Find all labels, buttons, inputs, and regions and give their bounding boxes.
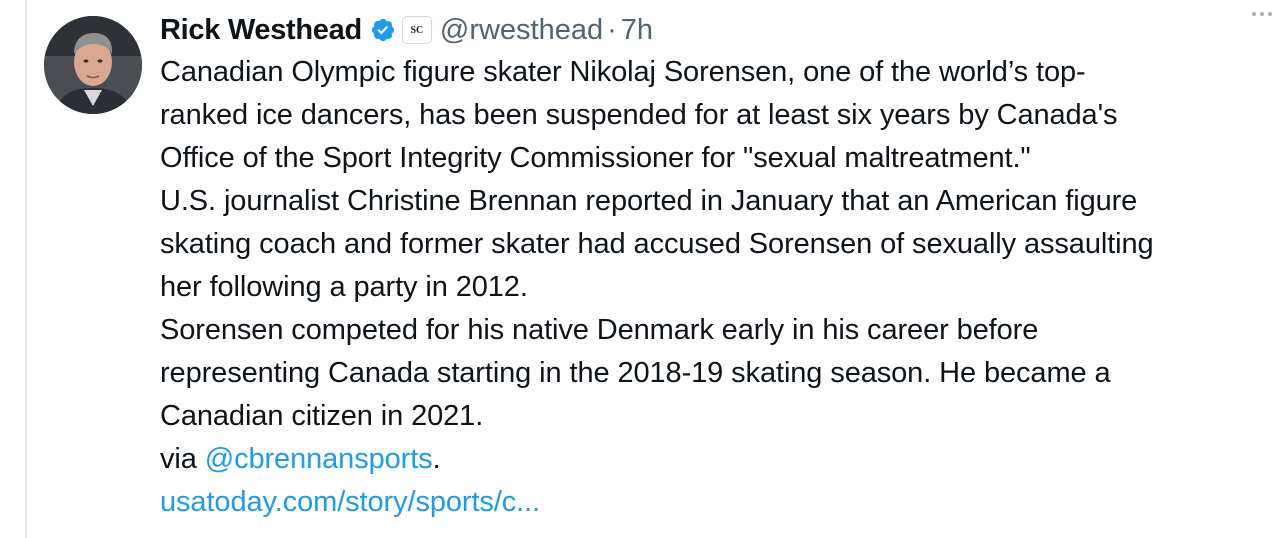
tweet-line: her following a party in 2012. bbox=[160, 271, 528, 303]
article-link[interactable]: usatoday.com/story/sports/c... bbox=[160, 486, 540, 518]
tweet-header: Rick Westhead SC @rwesthead · 7h bbox=[160, 10, 1260, 50]
tweet: Rick Westhead SC @rwesthead · 7h Canadia… bbox=[160, 10, 1260, 524]
tweet-line: skating coach and former skater had accu… bbox=[160, 228, 1154, 260]
tweet-line: ranked ice dancers, has been suspended f… bbox=[160, 99, 1118, 131]
tweet-line: Office of the Sport Integrity Commission… bbox=[160, 142, 1031, 174]
thread-line bbox=[25, 0, 27, 538]
affiliate-badge-icon[interactable]: SC bbox=[401, 16, 432, 44]
tweet-line: representing Canada starting in the 2018… bbox=[160, 357, 1111, 389]
more-dots-icon[interactable] bbox=[1252, 12, 1272, 16]
via-prefix: via bbox=[160, 443, 205, 475]
avatar-photo bbox=[44, 16, 142, 114]
display-name[interactable]: Rick Westhead bbox=[160, 14, 362, 47]
tweet-line: Canadian Olympic figure skater Nikolaj S… bbox=[160, 56, 1086, 88]
separator-dot: · bbox=[607, 13, 617, 46]
more-dot bbox=[1252, 12, 1256, 16]
handle[interactable]: @rwesthead bbox=[440, 14, 603, 47]
tweet-line: Canadian citizen in 2021. bbox=[160, 400, 484, 432]
tweet-line: Sorensen competed for his native Denmark… bbox=[160, 314, 1039, 346]
verified-badge-icon[interactable] bbox=[370, 17, 396, 43]
via-suffix: . bbox=[432, 443, 441, 475]
via-line: via @cbrennansports. bbox=[160, 438, 1260, 481]
tweet-line: U.S. journalist Christine Brennan report… bbox=[160, 185, 1138, 217]
avatar[interactable] bbox=[44, 16, 142, 114]
mention-link[interactable]: @cbrennansports bbox=[205, 443, 433, 475]
tweet-text: Canadian Olympic figure skater Nikolaj S… bbox=[160, 51, 1260, 524]
more-dot bbox=[1268, 12, 1272, 16]
timestamp[interactable]: 7h bbox=[621, 14, 653, 47]
more-dot bbox=[1260, 12, 1264, 16]
